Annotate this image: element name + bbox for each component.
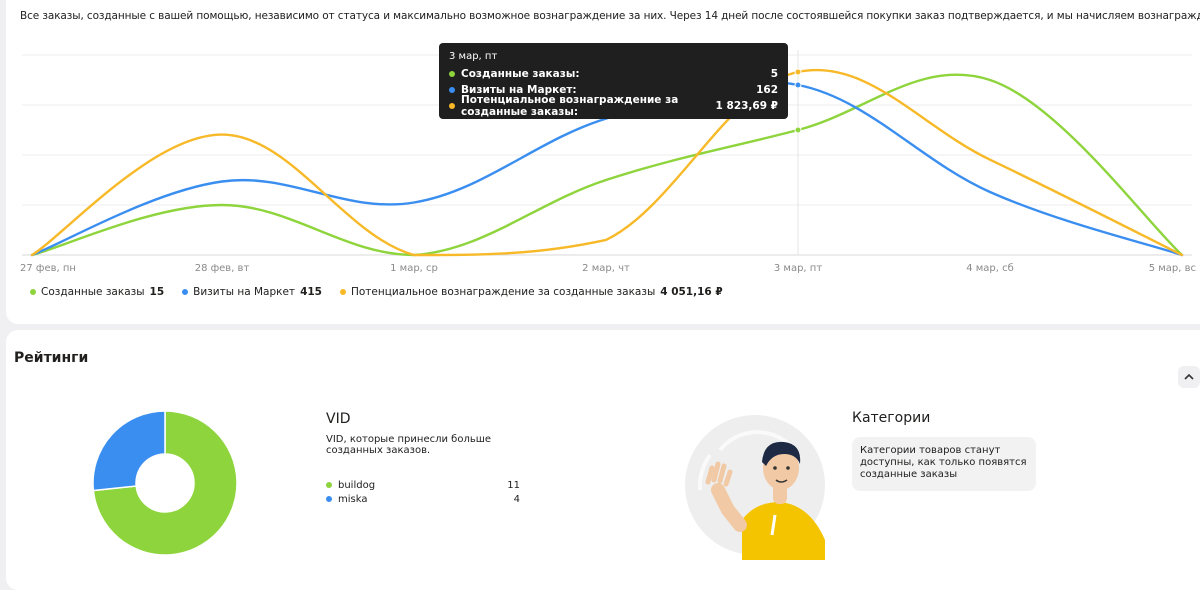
series-1-point bbox=[794, 81, 802, 89]
waving-person-illustration bbox=[685, 415, 825, 560]
vid-row-miska: miska 4 bbox=[326, 492, 520, 506]
tooltip-reward-dot bbox=[449, 103, 455, 109]
legend-item-orders[interactable]: Созданные заказы 15 bbox=[30, 286, 164, 298]
donut-slice-miska[interactable] bbox=[92, 410, 166, 492]
legend-visits-label: Визиты на Маркет bbox=[193, 286, 296, 298]
x-tick-label: 4 мар, сб bbox=[966, 263, 1014, 274]
legend-visits-total: 415 bbox=[300, 286, 322, 298]
legend-orders-dot bbox=[30, 289, 36, 295]
series-2-point bbox=[794, 68, 802, 76]
chevron-up-icon bbox=[1184, 374, 1194, 380]
vid-name: buildog bbox=[338, 479, 376, 491]
chart-legend: Созданные заказы 15 Визиты на Маркет 415… bbox=[30, 286, 723, 298]
vid-title: VID bbox=[326, 411, 351, 427]
vid-name: miska bbox=[338, 493, 368, 505]
legend-item-reward[interactable]: Потенциальное вознаграждение за созданны… bbox=[339, 286, 723, 298]
tooltip-visits-dot bbox=[449, 87, 455, 93]
vid-list: buildog 11 miska 4 bbox=[326, 478, 520, 506]
legend-orders-total: 15 bbox=[149, 286, 165, 298]
legend-reward-label: Потенциальное вознаграждение за созданны… bbox=[350, 286, 656, 298]
ratings-title: Рейтинги bbox=[14, 350, 89, 366]
x-tick-label: 27 фев, пн bbox=[20, 263, 76, 274]
legend-reward-total: 4 051,16 ₽ bbox=[660, 286, 723, 298]
tooltip-date: 3 мар, пт bbox=[449, 51, 498, 62]
legend-reward-dot bbox=[339, 289, 346, 295]
orders-line-chart[interactable]: 27 фев, пн 28 фев, вт 1 мар, ср 2 мар, чт 3 … bbox=[0, 0, 1200, 280]
categories-empty-message: Категории товаров станут доступны, как т… bbox=[852, 437, 1036, 491]
x-tick-label: 5 мар, вс bbox=[1149, 263, 1196, 274]
chart-tooltip: 3 мар, пт Созданные заказы: 5 Визиты на … bbox=[439, 43, 788, 119]
series-0-point bbox=[794, 126, 802, 134]
vid-donut-chart bbox=[92, 410, 238, 556]
vid-value: 4 bbox=[513, 493, 520, 505]
tooltip-reward-label: Потенциальное вознаграждение за созданны… bbox=[461, 94, 679, 118]
x-tick-label: 2 мар, чт bbox=[582, 263, 630, 274]
tooltip-orders-dot bbox=[449, 71, 455, 77]
x-tick-label: 3 мар, пт bbox=[774, 263, 822, 274]
categories-title: Категории bbox=[852, 410, 931, 426]
tooltip-visits-value: 162 bbox=[756, 84, 778, 96]
x-tick-label: 1 мар, ср bbox=[390, 263, 438, 274]
tooltip-row-orders: Созданные заказы: 5 bbox=[449, 66, 778, 82]
tooltip-reward-value: 1 823,69 ₽ bbox=[715, 100, 778, 112]
x-tick-label: 28 фев, вт bbox=[195, 263, 250, 274]
legend-orders-label: Созданные заказы bbox=[41, 286, 145, 298]
vid-description: VID, которые принесли больше созданных з… bbox=[326, 434, 492, 456]
legend-item-visits[interactable]: Визиты на Маркет 415 bbox=[182, 286, 322, 298]
legend-visits-dot bbox=[182, 289, 189, 295]
tooltip-row-reward: Потенциальное вознаграждение за созданны… bbox=[449, 94, 778, 118]
tooltip-orders-value: 5 bbox=[770, 68, 778, 80]
vid-row-buildog: buildog 11 bbox=[326, 478, 520, 492]
vid-value: 11 bbox=[507, 479, 520, 491]
collapse-button[interactable] bbox=[1178, 366, 1200, 388]
vid-buildog-dot bbox=[326, 482, 332, 488]
vid-miska-dot bbox=[326, 496, 332, 502]
tooltip-orders-label: Созданные заказы: bbox=[461, 68, 580, 80]
